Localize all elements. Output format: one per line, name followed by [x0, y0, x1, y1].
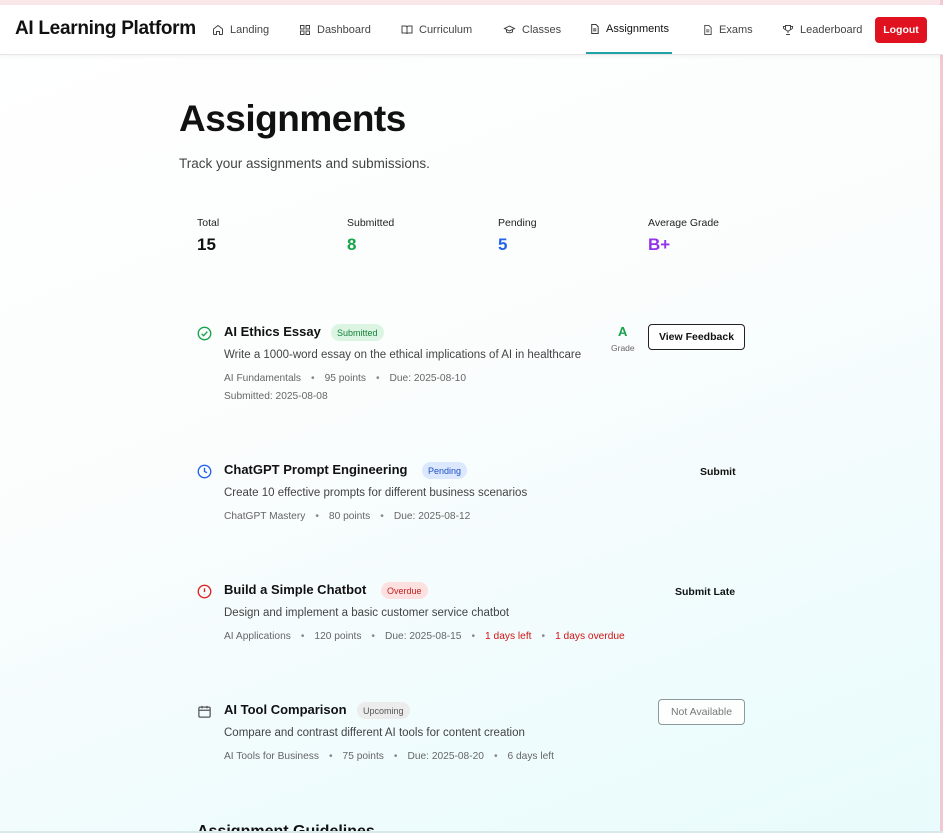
assignment-meta: ChatGPT Mastery • 80 points • Due: 2025-… — [224, 511, 470, 522]
stat-label: Total — [197, 217, 220, 229]
nav-landing[interactable]: Landing — [212, 5, 269, 54]
status-badge: Submitted — [331, 324, 384, 341]
points: 75 points — [342, 751, 384, 762]
stat-label: Pending — [498, 217, 537, 229]
top-navbar: AI Learning Platform Landing Dashboard C… — [0, 5, 943, 55]
nav-classes[interactable]: Classes — [503, 5, 561, 54]
submitted-date: Submitted: 2025-08-08 — [224, 391, 328, 402]
course-name: ChatGPT Mastery — [224, 511, 306, 522]
due-date: Due: 2025-08-15 — [385, 631, 462, 642]
stat-pending: Pending 5 — [498, 217, 537, 255]
stat-label: Average Grade — [648, 217, 720, 229]
due-date: Due: 2025-08-10 — [389, 373, 466, 384]
page-title: Assignments — [179, 98, 406, 139]
days-left: 1 days left — [485, 631, 532, 642]
alert-circle-icon — [197, 584, 212, 599]
assignment-card: AI Tool Comparison Upcoming Compare and … — [197, 699, 747, 772]
nav-exams-label: Exams — [719, 23, 753, 36]
stat-value: 8 — [347, 235, 357, 254]
check-circle-icon — [197, 326, 212, 341]
assignment-description: Create 10 effective prompts for differen… — [224, 487, 528, 499]
separator: • — [300, 631, 305, 642]
status-badge: Overdue — [381, 582, 428, 599]
document-icon — [591, 23, 599, 34]
assignment-title: Build a Simple Chatbot — [224, 582, 367, 597]
assignment-card: AI Ethics Essay Submitted Write a 1000-w… — [197, 324, 747, 414]
assignment-card: ChatGPT Prompt Engineering Pending Creat… — [197, 462, 747, 532]
stat-submitted: Submitted 8 — [347, 217, 394, 255]
due-date: Due: 2025-08-12 — [393, 511, 471, 522]
submit-button[interactable]: Submit — [700, 466, 736, 478]
page-subtitle: Track your assignments and submissions. — [179, 156, 430, 171]
stat-total: Total 15 — [197, 217, 219, 255]
book-icon — [401, 25, 413, 34]
graduation-cap-icon — [503, 24, 516, 33]
nav-curriculum[interactable]: Curriculum — [401, 5, 472, 54]
assignment-title: AI Tool Comparison — [224, 702, 347, 717]
not-available-button[interactable]: Not Available — [658, 699, 745, 725]
nav-curriculum-label: Curriculum — [419, 23, 473, 36]
trophy-icon — [783, 24, 793, 35]
separator: • — [371, 631, 375, 642]
assignment-title: AI Ethics Essay — [224, 324, 321, 339]
days-left: 6 days left — [507, 751, 554, 762]
separator: • — [328, 751, 333, 762]
grade-label: Grade — [611, 343, 635, 353]
nav-dashboard[interactable]: Dashboard — [299, 5, 371, 54]
nav-dashboard-label: Dashboard — [317, 23, 371, 36]
status-badge: Upcoming — [357, 702, 410, 719]
course-name: AI Fundamentals — [224, 373, 302, 384]
due-date: Due: 2025-08-20 — [407, 751, 484, 762]
grade-value: A — [618, 324, 628, 339]
stat-value: 5 — [498, 235, 508, 254]
course-name: AI Applications — [224, 631, 291, 642]
separator: • — [541, 631, 546, 642]
separator: • — [471, 631, 476, 642]
days-overdue: 1 days overdue — [555, 631, 625, 642]
assignment-description: Design and implement a basic customer se… — [224, 607, 510, 619]
home-icon — [213, 24, 223, 35]
dashboard-icon — [300, 24, 310, 35]
nav-classes-label: Classes — [522, 23, 562, 36]
assignment-meta: AI Applications • 120 points • Due: 2025… — [224, 631, 625, 642]
nav-assignments-label: Assignments — [606, 22, 669, 35]
assignment-meta: AI Fundamentals • 95 points • Due: 2025-… — [224, 373, 466, 384]
points: 80 points — [328, 511, 371, 522]
stat-label: Submitted — [347, 217, 395, 229]
points: 95 points — [324, 373, 366, 384]
assignment-title: ChatGPT Prompt Engineering — [224, 462, 408, 477]
clock-icon — [197, 464, 212, 479]
stat-value: B+ — [648, 235, 671, 254]
document-icon — [704, 24, 712, 35]
points: 120 points — [314, 631, 362, 642]
separator: • — [393, 751, 398, 762]
calendar-icon — [198, 705, 211, 718]
assignment-card: Build a Simple Chatbot Overdue Design an… — [197, 582, 747, 652]
separator: • — [380, 511, 384, 522]
stat-value: 15 — [197, 235, 216, 254]
nav-exams[interactable]: Exams — [702, 5, 753, 54]
nav-assignments[interactable]: Assignments — [586, 5, 672, 54]
assignment-meta: AI Tools for Business • 75 points • Due:… — [224, 751, 554, 762]
submit-late-button[interactable]: Submit Late — [675, 586, 735, 598]
nav-landing-label: Landing — [230, 23, 270, 36]
assignment-description: Compare and contrast different AI tools … — [224, 727, 525, 739]
stat-average-grade: Average Grade B+ — [648, 217, 719, 255]
status-badge: Pending — [422, 462, 468, 479]
nav-leaderboard-label: Leaderboard — [800, 23, 863, 36]
separator: • — [493, 751, 498, 762]
assignment-description: Write a 1000-word essay on the ethical i… — [224, 349, 582, 361]
separator: • — [375, 373, 380, 384]
view-feedback-button[interactable]: View Feedback — [648, 324, 745, 350]
logout-button[interactable]: Logout — [875, 17, 927, 43]
course-name: AI Tools for Business — [224, 751, 319, 762]
nav-leaderboard[interactable]: Leaderboard — [782, 5, 862, 54]
brand-title[interactable]: AI Learning Platform — [15, 18, 196, 40]
separator: • — [311, 373, 315, 384]
separator: • — [315, 511, 319, 522]
